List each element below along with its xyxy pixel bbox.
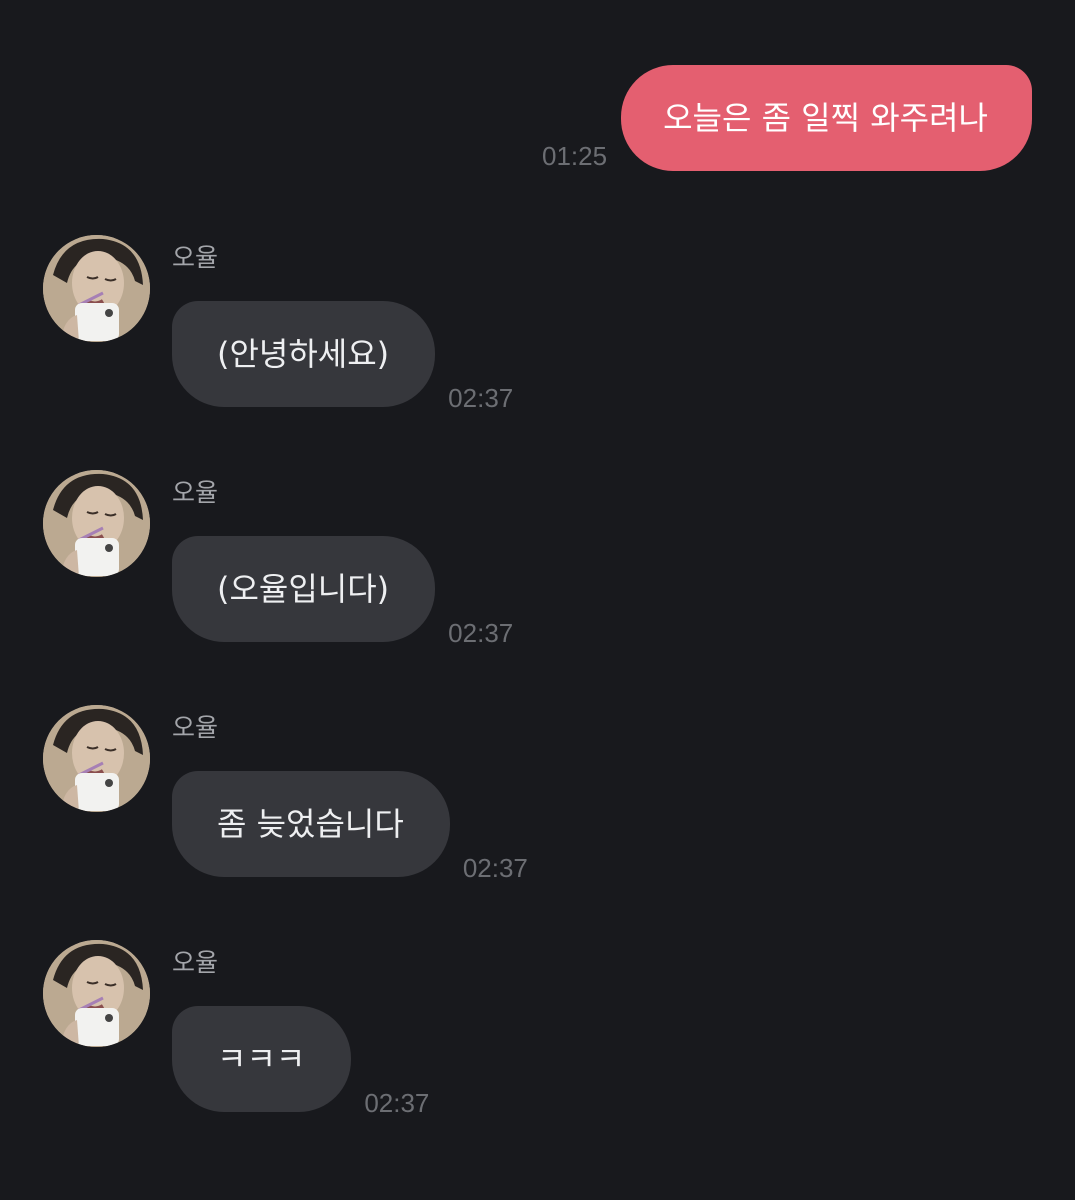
sender-name: 오율	[172, 713, 219, 742]
incoming-message: 오율 (안녕하세요) 02:37	[43, 235, 943, 415]
message-timestamp: 02:37	[448, 618, 514, 648]
chat-view[interactable]: 01:25 오늘은 좀 일찍 와주려나 오율 (안녕하세요) 02:37 오율 …	[0, 0, 1075, 1200]
profile-photo-icon	[43, 705, 150, 812]
message-timestamp: 02:37	[448, 383, 514, 413]
incoming-message: 오율 ㅋㅋㅋ 02:37	[43, 940, 943, 1120]
incoming-bubble[interactable]: ㅋㅋㅋ	[172, 1006, 352, 1112]
avatar[interactable]	[43, 705, 150, 812]
sender-name: 오율	[172, 478, 219, 507]
incoming-bubble[interactable]: (오율입니다)	[172, 536, 436, 642]
incoming-message: 오율 좀 늦었습니다 02:37	[43, 705, 943, 885]
profile-photo-icon	[43, 470, 150, 577]
avatar[interactable]	[43, 940, 150, 1047]
incoming-bubble[interactable]: (안녕하세요)	[172, 301, 436, 407]
profile-photo-icon	[43, 235, 150, 342]
sender-name: 오율	[172, 948, 219, 977]
message-timestamp: 02:37	[462, 853, 528, 883]
outgoing-message: 01:25 오늘은 좀 일찍 와주려나	[542, 65, 1032, 171]
incoming-bubble[interactable]: 좀 늦었습니다	[172, 771, 450, 877]
sender-name: 오율	[172, 243, 219, 272]
profile-photo-icon	[43, 940, 150, 1047]
avatar[interactable]	[43, 470, 150, 577]
avatar[interactable]	[43, 235, 150, 342]
incoming-message: 오율 (오율입니다) 02:37	[43, 470, 943, 650]
message-timestamp: 01:25	[542, 141, 608, 171]
outgoing-bubble[interactable]: 오늘은 좀 일찍 와주려나	[621, 65, 1032, 171]
message-timestamp: 02:37	[364, 1088, 430, 1118]
